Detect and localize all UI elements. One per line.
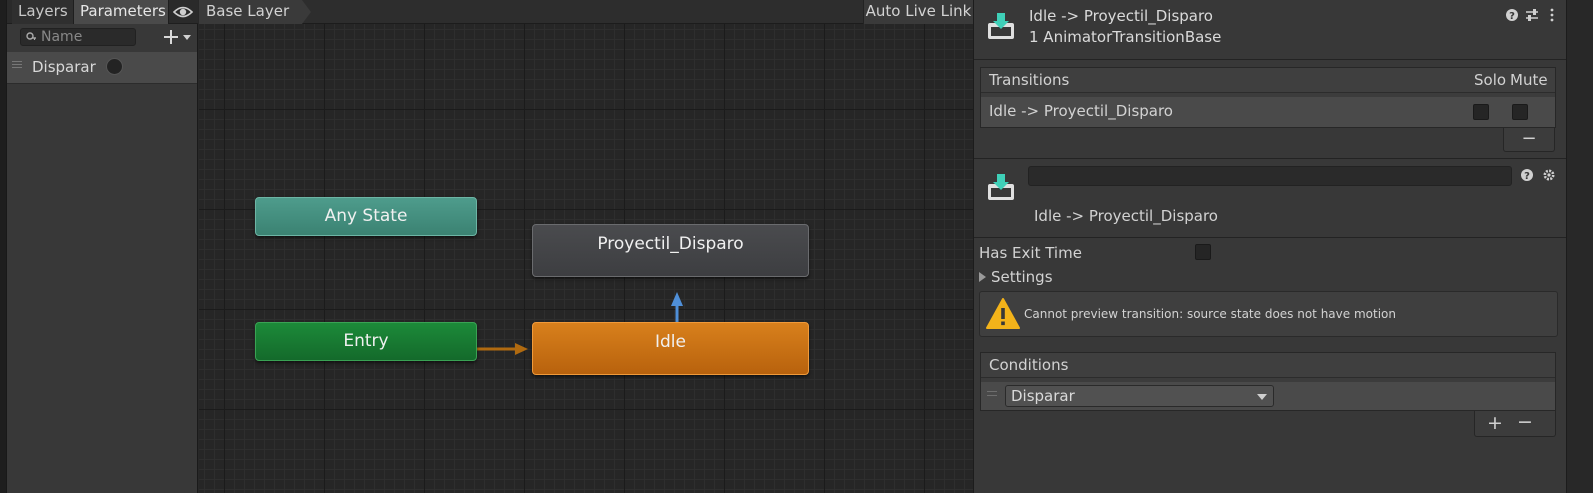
transition-row[interactable]: Idle -> Proyectil_Disparo	[981, 97, 1555, 127]
inspector-title: Idle -> Proyectil_Disparo	[1029, 7, 1213, 25]
mute-column-label: Mute	[1510, 71, 1548, 89]
state-proyectil-disparo[interactable]: Proyectil_Disparo	[532, 224, 809, 277]
conditions-list: Conditions Disparar	[980, 352, 1556, 411]
tab-layers[interactable]: Layers	[12, 0, 74, 24]
parameter-row[interactable]: Disparar	[7, 52, 197, 84]
svg-text:?: ?	[1524, 171, 1530, 182]
right-edge-panel	[1566, 0, 1593, 493]
has-exit-time-label: Has Exit Time	[979, 244, 1082, 262]
remove-transition-button[interactable]: −	[1503, 128, 1555, 152]
plus-dropdown-icon	[164, 30, 191, 44]
conditions-header: Conditions	[981, 353, 1555, 378]
help-icon[interactable]: ?	[1505, 8, 1519, 22]
add-condition-button[interactable]: +	[1485, 411, 1505, 435]
mute-checkbox[interactable]	[1512, 104, 1528, 120]
solo-column-label: Solo	[1474, 71, 1507, 89]
transition-row-label[interactable]: Idle -> Proyectil_Disparo	[989, 102, 1173, 120]
condition-row[interactable]: Disparar	[981, 382, 1555, 410]
condition-parameter-value[interactable]: Disparar	[1011, 387, 1075, 405]
more-options-icon[interactable]	[1545, 8, 1559, 22]
breadcrumb[interactable]: Base Layer	[199, 0, 302, 24]
divider	[974, 237, 1567, 238]
foldout-arrow-icon[interactable]	[979, 272, 986, 282]
auto-live-link-button[interactable]: Auto Live Link	[863, 0, 973, 24]
drag-handle-icon[interactable]	[12, 61, 22, 68]
divider	[974, 59, 1567, 60]
state-any-state[interactable]: Any State	[255, 197, 477, 236]
chevron-down-icon	[1257, 394, 1267, 400]
transition-icon	[987, 172, 1015, 202]
tab-parameters[interactable]: Parameters	[74, 0, 169, 24]
transitions-header: Transitions Solo Mute	[981, 68, 1555, 93]
transition-name-label: Idle -> Proyectil_Disparo	[1034, 207, 1218, 225]
parameters-panel: Layers Parameters Disparar	[7, 0, 198, 493]
warning-icon	[985, 297, 1021, 331]
preset-icon[interactable]	[1525, 8, 1539, 22]
panel-tab-bar: Layers Parameters	[7, 0, 198, 24]
breadcrumb-label[interactable]: Base Layer	[206, 2, 289, 20]
state-machine-graph[interactable]: Base Layer Auto Live Link Any State Entr…	[199, 0, 973, 493]
svg-text:?: ?	[1509, 11, 1515, 22]
graph-toolbar: Base Layer Auto Live Link	[199, 0, 973, 24]
help-icon[interactable]: ?	[1520, 168, 1534, 182]
selected-transition-arrowhead	[671, 292, 683, 306]
state-entry[interactable]: Entry	[255, 322, 477, 361]
gear-icon[interactable]	[1542, 168, 1556, 182]
trigger-toggle[interactable]	[106, 58, 123, 75]
breadcrumb-arrow-icon	[302, 0, 311, 24]
warning-text: Cannot preview transition: source state …	[1024, 307, 1396, 321]
transitions-header-label: Transitions	[989, 71, 1070, 89]
drag-handle-icon[interactable]	[987, 391, 997, 396]
left-edge-strip	[0, 0, 7, 493]
conditions-footer: + −	[1474, 411, 1556, 437]
entry-transition-arrowhead	[515, 343, 528, 355]
settings-foldout[interactable]: Settings	[991, 268, 1053, 286]
inspector-subtitle: 1 AnimatorTransitionBase	[1029, 28, 1222, 46]
parameter-search-input[interactable]	[41, 29, 131, 45]
has-exit-time-checkbox[interactable]	[1195, 244, 1211, 260]
condition-parameter-dropdown[interactable]: Disparar	[1005, 385, 1274, 407]
remove-condition-button[interactable]: −	[1515, 411, 1535, 435]
add-parameter-button[interactable]	[161, 28, 195, 46]
solo-checkbox[interactable]	[1473, 104, 1489, 120]
parameter-search-field[interactable]	[20, 28, 136, 46]
inspector-panel: Idle -> Proyectil_Disparo 1 AnimatorTran…	[973, 0, 1593, 493]
transition-name-input[interactable]	[1033, 168, 1503, 184]
warning-box: Cannot preview transition: source state …	[979, 291, 1558, 337]
search-icon	[25, 30, 39, 44]
divider	[974, 158, 1567, 159]
state-idle[interactable]: Idle	[532, 322, 809, 375]
conditions-header-label: Conditions	[989, 356, 1069, 374]
eye-icon[interactable]	[172, 2, 194, 22]
transition-icon	[987, 11, 1015, 41]
transition-name-field[interactable]	[1028, 166, 1512, 186]
transitions-list: Transitions Solo Mute Idle -> Proyectil_…	[980, 67, 1556, 128]
parameter-name[interactable]: Disparar	[32, 58, 96, 76]
